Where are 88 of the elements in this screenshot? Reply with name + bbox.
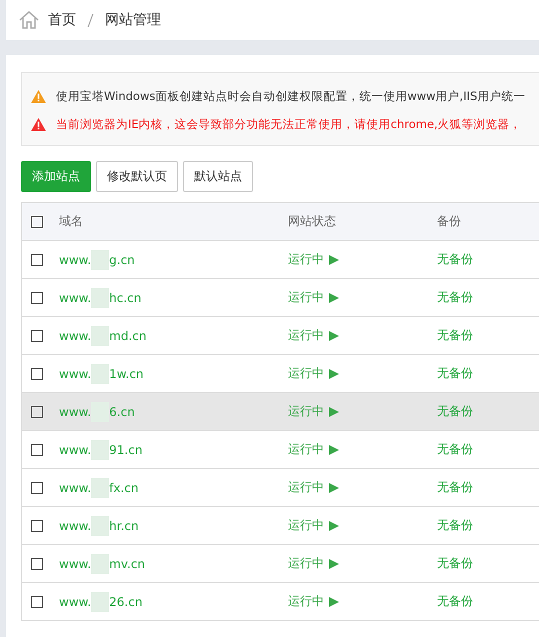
- domain-link[interactable]: www.: [59, 366, 92, 380]
- backup-status[interactable]: 无备份: [437, 479, 473, 496]
- alert-text: 使用宝塔Windows面板创建站点时会自动创建权限配置，统一使用www用户,IIS用户统一: [56, 88, 526, 104]
- row-checkbox[interactable]: [31, 406, 43, 418]
- breadcrumb-link[interactable]: 首页: [48, 11, 76, 29]
- column-header: 备份: [437, 213, 461, 230]
- status-text: 运行中: [288, 441, 324, 458]
- row-checkbox[interactable]: [31, 596, 43, 608]
- domain-link[interactable]: www.: [59, 404, 92, 418]
- row-checkbox[interactable]: [31, 330, 43, 342]
- backup-status[interactable]: 无备份: [437, 593, 473, 610]
- status-text: 运行中: [288, 289, 324, 306]
- row-checkbox[interactable]: [31, 520, 43, 532]
- domain-link[interactable]: www.: [59, 594, 92, 608]
- domain-link[interactable]: www.: [59, 290, 92, 304]
- play-icon[interactable]: [329, 482, 339, 492]
- status-text: 运行中: [288, 327, 324, 344]
- add-site-button[interactable]: 添加站点: [21, 161, 91, 192]
- play-icon[interactable]: [329, 254, 339, 264]
- play-icon[interactable]: [329, 292, 339, 302]
- column-header: 域名: [59, 213, 84, 230]
- domain-link[interactable]: mv.cn: [109, 556, 146, 570]
- domain-link[interactable]: 1w.cn: [109, 366, 144, 380]
- redaction-blur: [91, 288, 110, 308]
- status-text: 运行中: [288, 555, 324, 572]
- redaction-blur: [91, 592, 110, 612]
- backup-status[interactable]: 无备份: [437, 289, 473, 306]
- row-checkbox[interactable]: [31, 368, 43, 380]
- backup-status[interactable]: 无备份: [437, 327, 473, 344]
- play-icon[interactable]: [329, 444, 339, 454]
- domain-link[interactable]: hc.cn: [109, 290, 142, 304]
- status-text: 运行中: [288, 251, 324, 268]
- backup-status[interactable]: 无备份: [437, 555, 473, 572]
- domain-link[interactable]: 6.cn: [109, 404, 135, 418]
- row-checkbox[interactable]: [31, 292, 43, 304]
- row-checkbox[interactable]: [31, 444, 43, 456]
- redaction-blur: [91, 326, 110, 346]
- table-row[interactable]: www. 26.cn 运行中 无备份: [22, 582, 539, 620]
- redaction-blur: [91, 250, 110, 270]
- domain-link[interactable]: md.cn: [109, 328, 146, 342]
- domain-link[interactable]: www.: [59, 556, 92, 570]
- domain-link[interactable]: 91.cn: [109, 442, 142, 456]
- row-checkbox[interactable]: [31, 254, 43, 266]
- table-row[interactable]: www. 6.cn 运行中 无备份: [22, 392, 539, 430]
- status-text: 运行中: [288, 593, 324, 610]
- domain-link[interactable]: www.: [59, 328, 92, 342]
- table-row[interactable]: www. md.cn 运行中 无备份: [22, 316, 539, 354]
- play-icon[interactable]: [329, 596, 339, 606]
- backup-status[interactable]: 无备份: [437, 251, 473, 268]
- toolbar-button[interactable]: 修改默认页: [96, 161, 178, 192]
- redaction-blur: [91, 516, 110, 536]
- status-text: 运行中: [288, 403, 324, 420]
- domain-link[interactable]: www.: [59, 518, 92, 532]
- domain-link[interactable]: hr.cn: [109, 518, 139, 532]
- backup-status[interactable]: 无备份: [437, 365, 473, 382]
- status-text: 运行中: [288, 365, 324, 382]
- play-icon[interactable]: [329, 558, 339, 568]
- domain-link[interactable]: fx.cn: [109, 480, 138, 494]
- redaction-blur: [91, 364, 110, 384]
- redaction-blur: [91, 440, 110, 460]
- backup-status[interactable]: 无备份: [437, 403, 473, 420]
- toolbar-button[interactable]: 默认站点: [183, 161, 253, 192]
- column-header: 网站状态: [288, 213, 337, 230]
- table-row[interactable]: www. mv.cn 运行中 无备份: [22, 544, 539, 582]
- domain-link[interactable]: 26.cn: [109, 594, 142, 608]
- redaction-blur: [91, 478, 110, 498]
- status-text: 运行中: [288, 517, 324, 534]
- play-icon[interactable]: [329, 368, 339, 378]
- domain-link[interactable]: www.: [59, 442, 92, 456]
- row-checkbox[interactable]: [31, 482, 43, 494]
- table-row[interactable]: www. fx.cn 运行中 无备份: [22, 468, 539, 506]
- table-row[interactable]: www. hc.cn 运行中 无备份: [22, 278, 539, 316]
- domain-link[interactable]: www.: [59, 480, 92, 494]
- backup-status[interactable]: 无备份: [437, 517, 473, 534]
- domain-link[interactable]: www.: [59, 252, 92, 266]
- redaction-blur: [91, 554, 110, 574]
- breadcrumb-current: 网站管理: [105, 11, 161, 29]
- row-checkbox[interactable]: [31, 558, 43, 570]
- play-icon[interactable]: [329, 520, 339, 530]
- backup-status[interactable]: 无备份: [437, 441, 473, 458]
- alert-text: 当前浏览器为IE内核，这会导致部分功能无法正常使用，请使用chrome,火狐等浏览器，: [56, 116, 522, 132]
- play-icon[interactable]: [329, 330, 339, 340]
- table-row[interactable]: www. g.cn 运行中 无备份: [22, 240, 539, 278]
- table-row[interactable]: www. 91.cn 运行中 无备份: [22, 430, 539, 468]
- table-row[interactable]: www. hr.cn 运行中 无备份: [22, 506, 539, 544]
- status-text: 运行中: [288, 479, 324, 496]
- select-all-checkbox[interactable]: [31, 216, 43, 228]
- domain-link[interactable]: g.cn: [109, 252, 135, 266]
